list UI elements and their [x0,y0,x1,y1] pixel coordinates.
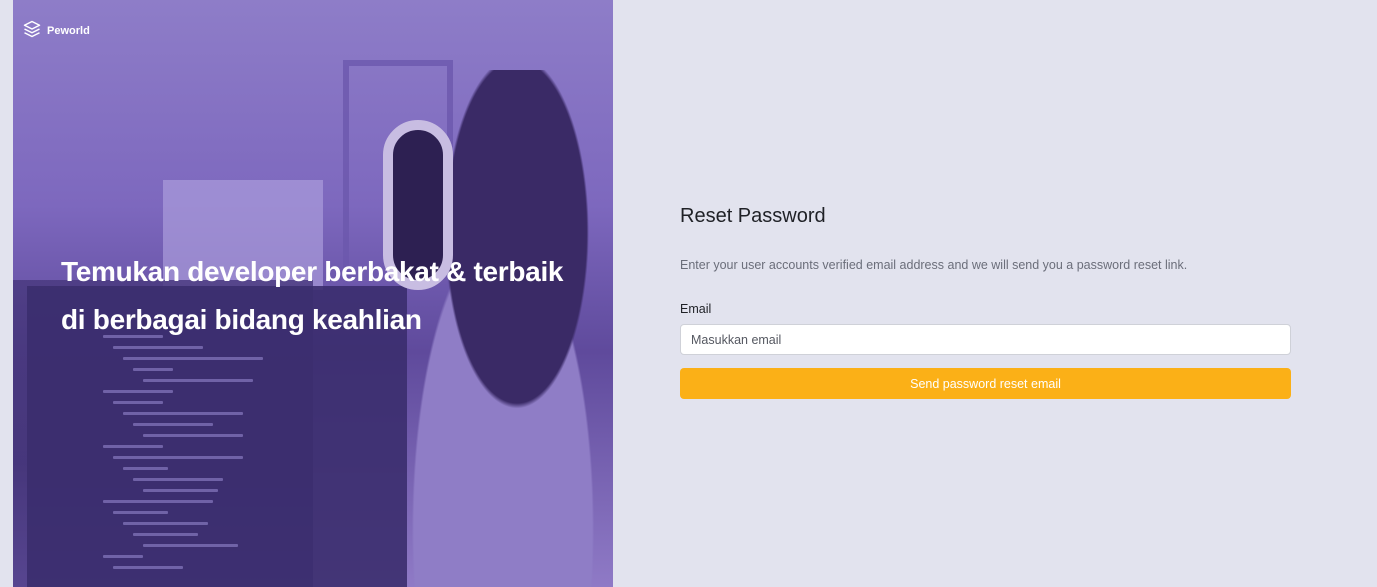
hero-code-line [113,566,183,569]
hero-code-line [123,522,208,525]
page-title: Reset Password [680,205,826,227]
hero-code-line [113,401,163,404]
hero-code-line [133,423,213,426]
hero-code-line [143,489,218,492]
hero-code-line [103,500,213,503]
hero-code-line [113,346,203,349]
layers-icon [23,20,41,41]
hero-code-line [133,368,173,371]
hero-code-line [143,434,243,437]
hero-code-line [123,412,243,415]
hero-code-line [123,357,263,360]
form-description: Enter your user accounts verified email … [680,258,1188,272]
hero-code-line [103,390,173,393]
hero-code-line [103,445,163,448]
hero-code-line [123,467,168,470]
page-edge [0,0,13,587]
brand-logo[interactable]: Peworld [23,20,90,41]
hero-code-line [103,555,143,558]
send-reset-email-button[interactable]: Send password reset email [680,368,1291,399]
hero-code-line [143,379,253,382]
hero-code-line [143,544,238,547]
reset-password-form: Reset Password Enter your user accounts … [680,205,1291,399]
hero-headline: Temukan developer berbakat & terbaik di … [61,256,564,335]
hero-code-line [113,456,243,459]
hero-code-line [133,478,223,481]
hero-code-line [113,511,168,514]
email-input[interactable] [680,324,1291,355]
brand-name: Peworld [47,24,90,37]
hero-code-line [133,533,198,536]
email-label: Email [680,302,712,316]
